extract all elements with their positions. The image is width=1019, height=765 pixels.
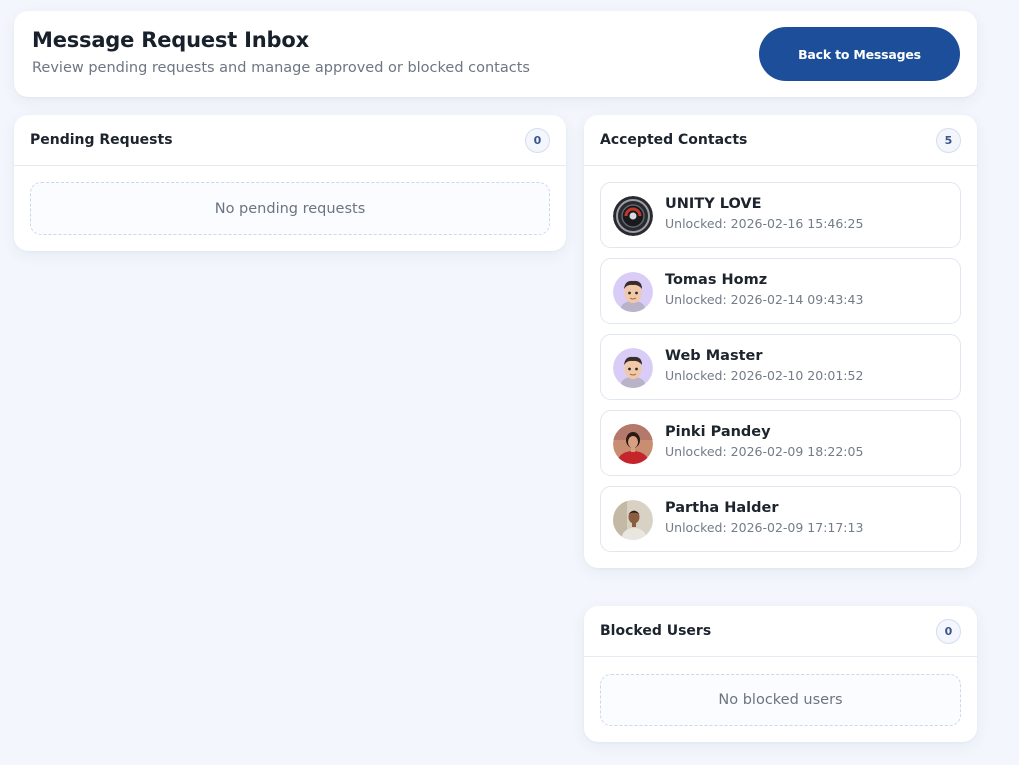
contact-unlocked-time: Unlocked: 2026-02-14 09:43:43 (665, 292, 864, 307)
woman-photo-avatar-icon (613, 424, 653, 464)
contact-item[interactable]: UNITY LOVE Unlocked: 2026-02-16 15:46:25 (600, 182, 961, 248)
pending-requests-title: Pending Requests (30, 132, 173, 148)
cartoon-boy-avatar-icon (613, 272, 653, 312)
pending-requests-header: Pending Requests 0 (14, 115, 566, 166)
blocked-empty-state: No blocked users (600, 674, 961, 726)
dark-emblem-avatar-icon (613, 196, 653, 236)
header-card: Message Request Inbox Review pending req… (14, 11, 977, 97)
pending-empty-state: No pending requests (30, 182, 550, 235)
blocked-count-badge: 0 (936, 618, 961, 644)
accepted-contacts-header: Accepted Contacts 5 (584, 115, 977, 166)
contact-unlocked-time: Unlocked: 2026-02-09 18:22:05 (665, 444, 864, 459)
contact-item[interactable]: Tomas Homz Unlocked: 2026-02-14 09:43:43 (600, 258, 961, 324)
contact-unlocked-time: Unlocked: 2026-02-16 15:46:25 (665, 216, 864, 231)
pending-requests-panel: Pending Requests 0 No pending requests (14, 115, 566, 251)
contact-item[interactable]: Web Master Unlocked: 2026-02-10 20:01:52 (600, 334, 961, 400)
cartoon-boy-avatar-icon (613, 348, 653, 388)
accepted-contacts-title: Accepted Contacts (600, 132, 748, 148)
contact-list: UNITY LOVE Unlocked: 2026-02-16 15:46:25… (600, 182, 961, 562)
contact-name: Web Master (665, 348, 763, 364)
blocked-users-title: Blocked Users (600, 623, 712, 639)
contact-name: UNITY LOVE (665, 196, 762, 212)
page-title: Message Request Inbox (32, 28, 309, 52)
pending-count-badge: 0 (525, 127, 550, 153)
contact-name: Tomas Homz (665, 272, 768, 288)
man-photo-avatar-icon (613, 500, 653, 540)
contact-name: Partha Halder (665, 500, 779, 516)
blocked-users-panel: Blocked Users 0 No blocked users (584, 606, 977, 742)
accepted-count-badge: 5 (936, 127, 961, 153)
contact-item[interactable]: Partha Halder Unlocked: 2026-02-09 17:17… (600, 486, 961, 552)
contact-unlocked-time: Unlocked: 2026-02-09 17:17:13 (665, 520, 864, 535)
accepted-contacts-panel: Accepted Contacts 5 UNITY LOVE Unlocked:… (584, 115, 977, 568)
contact-unlocked-time: Unlocked: 2026-02-10 20:01:52 (665, 368, 864, 383)
blocked-users-header: Blocked Users 0 (584, 606, 977, 657)
page-subtitle: Review pending requests and manage appro… (32, 60, 530, 76)
back-to-messages-button[interactable]: Back to Messages (759, 27, 960, 81)
contact-item[interactable]: Pinki Pandey Unlocked: 2026-02-09 18:22:… (600, 410, 961, 476)
contact-name: Pinki Pandey (665, 424, 771, 440)
